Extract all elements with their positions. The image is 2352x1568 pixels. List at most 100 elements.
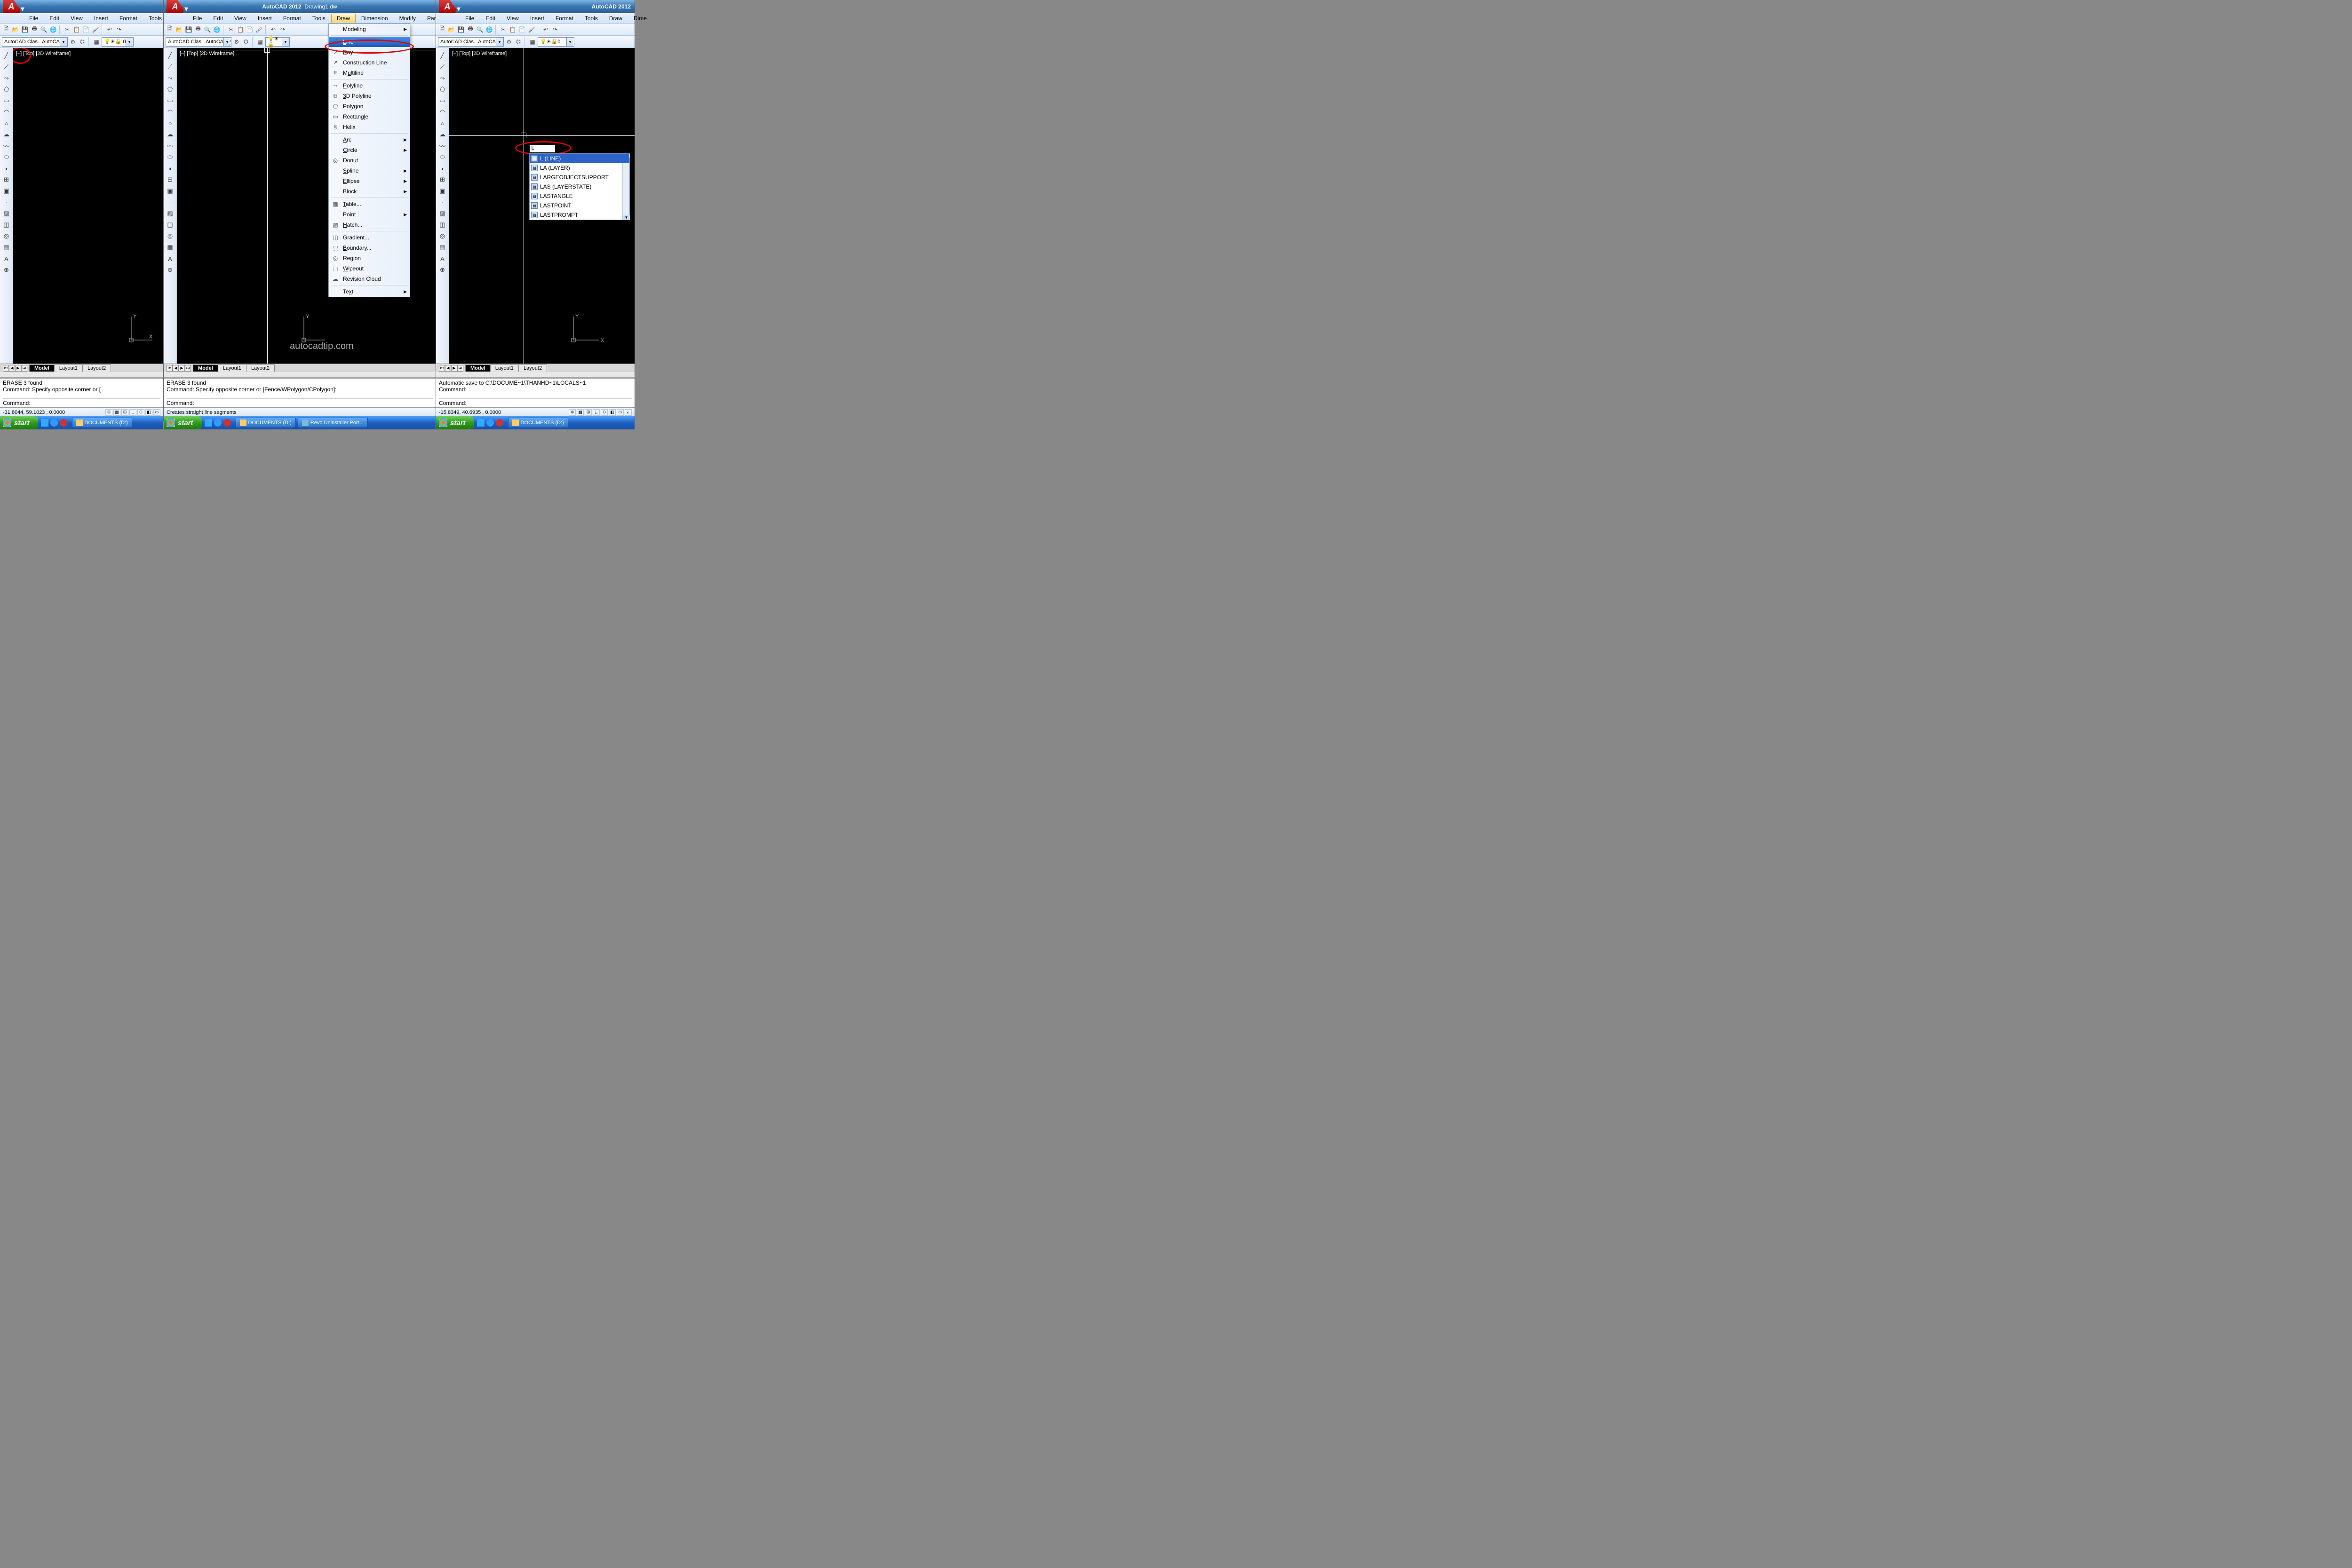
open-icon[interactable]: 📂 [447,25,456,34]
taskbar[interactable]: start DOCUMENTS (D:) Revo Uninstaller Po… [164,416,436,429]
copy-icon[interactable]: ✂ [227,25,235,34]
av-icon[interactable] [60,419,67,427]
menu-item-table-[interactable]: ▦Table... [329,199,410,209]
av-icon[interactable] [496,419,503,427]
ellipse-icon[interactable]: ⬭ [2,152,11,162]
start-button[interactable]: start [0,416,38,429]
gear-icon[interactable]: ⚙ [69,38,77,46]
table-icon[interactable]: ▦ [166,243,175,252]
workspace-layer-toolbar[interactable]: AutoCAD Clas...AutoCAD 200 ⚙ ⛭ ▦ 💡☀🔓 0 [0,36,163,48]
circle-icon[interactable]: ○ [438,119,447,128]
qat-dropdown-icon[interactable]: ▾ [184,4,189,9]
autocomplete-item[interactable]: ▤LASTPROMPT [530,210,629,220]
region-icon[interactable]: ◎ [2,231,11,241]
make-icon[interactable]: ▣ [2,186,11,196]
tool-icon[interactable]: ↶ [541,25,550,34]
gear-icon[interactable]: ⚙ [232,38,241,46]
rect-icon[interactable]: ▭ [438,96,447,105]
start-button[interactable]: start [164,416,202,429]
tab-first-icon[interactable]: ⏮ [439,365,445,372]
taskbar-item[interactable]: DOCUMENTS (D:) [508,418,568,428]
menu-item-rectangle[interactable]: ▭Rectangle [329,111,410,122]
table-icon[interactable]: ▦ [2,243,11,252]
file-icon[interactable]: 🗎 [438,25,446,34]
polygon-icon[interactable]: ⬠ [438,85,447,94]
cmd-prompt[interactable]: Command: [3,400,31,406]
menu-item-multiline[interactable]: ≋Multiline [329,68,410,78]
command-window[interactable]: ERASE 3 found Command: Specify opposite … [0,378,163,408]
ie-icon[interactable] [486,419,494,427]
ellipse-arc-icon[interactable]: ◖ [438,164,447,173]
open-icon[interactable]: 📂 [11,25,20,34]
tab-first-icon[interactable]: ⏮ [3,365,9,372]
spline-icon[interactable]: 〰 [438,141,447,150]
menu-item-circle[interactable]: Circle▶ [329,145,410,155]
autocomplete-item[interactable]: ▤LASTPOINT [530,201,629,210]
tab-layout1[interactable]: Layout1 [54,364,83,372]
arc-icon[interactable]: ◠ [2,107,11,117]
menu-item-ellipse[interactable]: Ellipse▶ [329,176,410,186]
tab-layout2[interactable]: Layout2 [82,364,111,372]
tool-icon[interactable]: ↷ [115,25,123,34]
menu-item-construction-line[interactable]: ↗Construction Line [329,57,410,68]
print-icon[interactable]: 🖶 [194,25,202,34]
addsel-icon[interactable]: ⊕ [166,265,175,275]
tool-icon[interactable]: ↷ [278,25,287,34]
menu-view[interactable]: View [65,14,88,23]
point-icon[interactable]: · [166,198,175,207]
menu-insert[interactable]: Insert [252,14,278,23]
ie-icon[interactable] [50,419,58,427]
file-icon[interactable]: 🗎 [2,25,10,34]
publish-icon[interactable]: 🌐 [485,25,493,34]
desktop-icon[interactable] [477,419,485,427]
tool-icon[interactable]: ↷ [551,25,559,34]
copy-icon[interactable]: ✂ [499,25,508,34]
polygon-icon[interactable]: ⬠ [2,85,11,94]
point-icon[interactable]: · [438,198,447,207]
menu-item-hatch-[interactable]: ▨Hatch... [329,220,410,230]
menubar[interactable]: FileEditViewInsertFormatTools [0,13,163,24]
tab-first-icon[interactable]: ⏮ [167,365,173,372]
mtext-icon[interactable]: A [438,254,447,263]
insert-icon[interactable]: ⊞ [438,175,447,184]
taskbar[interactable]: start DOCUMENTS (D:) [436,416,635,429]
ellipse-arc-icon[interactable]: ◖ [166,164,175,173]
insert-icon[interactable]: ⊞ [166,175,175,184]
undo-icon[interactable]: 🖌 [527,25,536,34]
canvas[interactable]: [–] [Top] [2D Wireframe] L ▤L (LINE)▤LA … [449,48,635,364]
viewport-label[interactable]: [–] [Top] [2D Wireframe] [16,51,71,56]
copy-icon[interactable]: ✂ [63,25,72,34]
tab-last-icon[interactable]: ⏭ [457,365,463,372]
menu-item-point[interactable]: Point▶ [329,209,410,220]
save-icon[interactable]: 💾 [457,25,465,34]
standard-toolbar[interactable]: 🗎📂💾🖶🔍🌐✂📋📄🖌↶↷ [436,24,635,36]
menu-item-modeling[interactable]: Modeling▶ [329,24,410,34]
print-icon[interactable]: 🖶 [30,25,39,34]
model-layout-tabs[interactable]: ⏮◀▶⏭ Model Layout1 Layout2 [0,364,163,372]
taskbar-item[interactable]: DOCUMENTS (D:) [72,418,132,428]
mtext-icon[interactable]: A [2,254,11,263]
menu-tools[interactable]: Tools [579,14,604,23]
menu-edit[interactable]: Edit [207,14,229,23]
menu-file[interactable]: File [24,14,44,23]
arc-icon[interactable]: ◠ [438,107,447,117]
insert-icon[interactable]: ⊞ [2,175,11,184]
workspace-settings-icon[interactable]: ⛭ [242,38,250,46]
hscroll[interactable] [0,372,163,378]
tab-prev-icon[interactable]: ◀ [445,365,451,372]
table-icon[interactable]: ▦ [438,243,447,252]
menu-format[interactable]: Format [278,14,307,23]
menu-item-polyline[interactable]: ⤳Polyline [329,80,410,91]
region-icon[interactable]: ◎ [166,231,175,241]
menu-insert[interactable]: Insert [524,14,550,23]
gradient-icon[interactable]: ◫ [438,220,447,230]
pline-icon[interactable]: ⤳ [2,73,11,83]
model-layout-tabs[interactable]: ⏮◀▶⏭ Model Layout1 Layout2 [436,364,635,372]
menu-item-3d-polyline[interactable]: ⧉3D Polyline [329,91,410,101]
match-icon[interactable]: 📄 [518,25,526,34]
polygon-icon[interactable]: ⬠ [166,85,175,94]
taskbar[interactable]: start DOCUMENTS (D:) [0,416,163,429]
quicklaunch[interactable] [474,419,506,427]
workspace-combo[interactable]: AutoCAD Clas...AutoCAD 200 [438,37,504,47]
tool-icon[interactable]: ↶ [105,25,114,34]
